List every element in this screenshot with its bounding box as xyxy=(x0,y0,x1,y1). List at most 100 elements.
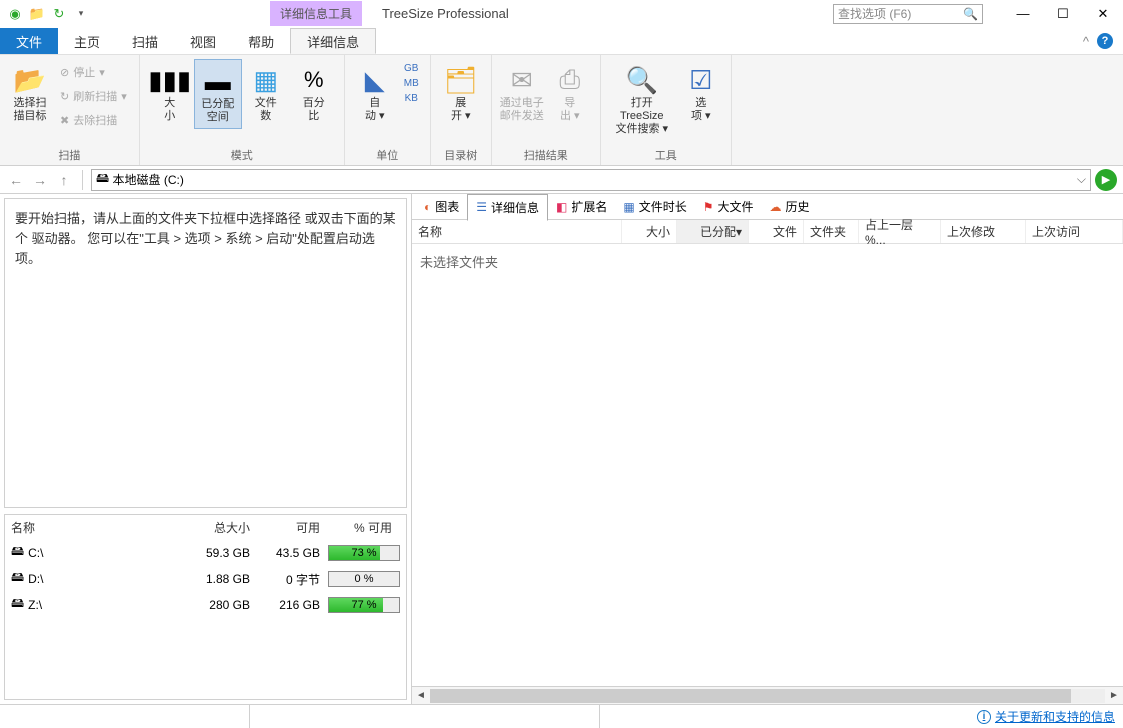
calendar-icon: ▦ xyxy=(623,200,634,214)
col-free[interactable]: 可用 xyxy=(250,519,320,536)
tab-file[interactable]: 文件 xyxy=(0,28,58,54)
mode-percent-button[interactable]: %百分比 xyxy=(290,59,338,127)
window-controls: — ☐ ✕ xyxy=(1003,0,1123,28)
col-name[interactable]: 名称 xyxy=(11,519,180,536)
qat-folder-icon[interactable]: 📁 xyxy=(28,5,46,23)
left-pane: 要开始扫描，请从上面的文件夹下拉框中选择路径 或双击下面的某个 驱动器。 您可以… xyxy=(0,194,412,704)
update-info-link[interactable]: i 关于更新和支持的信息 xyxy=(969,708,1123,725)
tab-scan[interactable]: 扫描 xyxy=(116,28,174,54)
nav-forward-button[interactable]: → xyxy=(30,172,50,188)
percent-icon: % xyxy=(304,63,324,97)
path-text: 本地磁盘 (C:) xyxy=(112,171,183,188)
drive-row[interactable]: 🖴 Z:\ 280 GB216 GB 77 % xyxy=(5,592,406,618)
group-label: 工具 xyxy=(655,147,677,163)
tab-help[interactable]: 帮助 xyxy=(232,28,290,54)
subtab-age[interactable]: ▦文件时长 xyxy=(615,194,694,219)
col-pct[interactable]: % 可用 xyxy=(320,519,400,536)
chevron-up-icon: ^ xyxy=(1083,34,1089,49)
scroll-right-button[interactable]: ► xyxy=(1105,690,1123,701)
go-button[interactable]: ▶ xyxy=(1095,169,1117,191)
col-size[interactable]: 大小 xyxy=(622,220,677,243)
bars-icon: ▮▮▮ xyxy=(148,63,191,97)
horizontal-scrollbar[interactable]: ◄ ► xyxy=(412,686,1123,704)
quick-access-toolbar: ◉ 📁 ↻ ▾ xyxy=(0,5,90,23)
unit-mb-button[interactable]: MB xyxy=(401,76,422,91)
col-folders[interactable]: 文件夹 xyxy=(804,220,859,243)
check-icon: ☑ xyxy=(689,63,712,97)
scroll-left-button[interactable]: ◄ xyxy=(412,690,430,701)
unit-auto-button[interactable]: ◣自动 ▾ xyxy=(351,59,399,127)
remove-scan-button[interactable]: ✖去除扫描 xyxy=(60,109,127,131)
title-bar: ◉ 📁 ↻ ▾ 详细信息工具 TreeSize Professional 查找选… xyxy=(0,0,1123,28)
subtab-chart[interactable]: ◐图表 xyxy=(416,194,467,219)
drive-icon: 🖴 xyxy=(11,594,24,616)
col-name[interactable]: 名称 xyxy=(412,220,622,243)
tab-home[interactable]: 主页 xyxy=(58,28,116,54)
group-label: 模式 xyxy=(231,147,253,163)
unit-gb-button[interactable]: GB xyxy=(401,61,422,76)
chevron-down-icon[interactable]: ⌵ xyxy=(1077,172,1086,187)
drive-icon: 🖴 xyxy=(11,568,24,590)
scroll-track[interactable] xyxy=(430,689,1105,703)
select-scan-target-button[interactable]: 📂 选择扫描目标 xyxy=(6,59,54,127)
nav-up-button[interactable]: ↑ xyxy=(54,172,74,188)
col-allocated[interactable]: 已分配 ▾ xyxy=(677,220,749,243)
refresh-scan-button[interactable]: ↻刷新扫描 ▾ xyxy=(60,85,127,107)
search-placeholder: 查找选项 (F6) xyxy=(838,5,911,22)
nav-back-button[interactable]: ← xyxy=(6,172,26,188)
search-options-box[interactable]: 查找选项 (F6) 🔍 xyxy=(833,4,983,24)
col-pct-parent[interactable]: 占上一层 %... xyxy=(859,220,941,243)
col-modified[interactable]: 上次修改 xyxy=(941,220,1026,243)
mode-files-button[interactable]: ▦文件数 xyxy=(242,59,290,127)
mode-size-button[interactable]: ▮▮▮大小 xyxy=(146,59,194,127)
drive-row[interactable]: 🖴 D:\ 1.88 GB0 字节 0 % xyxy=(5,566,406,592)
subtab-history[interactable]: ☁历史 xyxy=(762,194,818,219)
chart-icon: ◐ xyxy=(424,200,431,214)
path-combobox[interactable]: 🖴 本地磁盘 (C:) ⌵ xyxy=(91,169,1091,191)
qat-dropdown-icon[interactable]: ▾ xyxy=(72,5,90,23)
qat-refresh-icon[interactable]: ↻ xyxy=(50,5,68,23)
mode-allocated-button[interactable]: ▬已分配空间 xyxy=(194,59,242,129)
group-label: 单位 xyxy=(376,147,398,163)
group-label: 目录树 xyxy=(444,147,477,163)
start-message: 要开始扫描，请从上面的文件夹下拉框中选择路径 或双击下面的某个 驱动器。 您可以… xyxy=(4,198,407,508)
group-label: 扫描 xyxy=(58,147,80,163)
stop-icon: ⊘ xyxy=(60,66,69,79)
drive-list-header: 名称 总大小 可用 % 可用 xyxy=(5,515,406,540)
ruler-icon: ◣ xyxy=(365,63,385,97)
col-accessed[interactable]: 上次访问 xyxy=(1026,220,1123,243)
scroll-thumb[interactable] xyxy=(430,689,1071,703)
expand-button[interactable]: 🗂展开 ▾ xyxy=(437,59,485,127)
cloud-icon: ☁ xyxy=(770,200,782,214)
group-scan: 📂 选择扫描目标 ⊘停止 ▾ ↻刷新扫描 ▾ ✖去除扫描 扫描 xyxy=(0,55,140,165)
email-button[interactable]: ✉通过电子邮件发送 xyxy=(498,59,546,127)
contextual-tool-label: 详细信息工具 xyxy=(270,1,362,26)
nav-bar: ← → ↑ 🖴 本地磁盘 (C:) ⌵ ▶ xyxy=(0,166,1123,194)
col-total[interactable]: 总大小 xyxy=(180,519,250,536)
ribbon-tabs: 文件 主页 扫描 视图 帮助 详细信息 ^ ? xyxy=(0,28,1123,54)
subtab-bigfiles[interactable]: ⚑大文件 xyxy=(695,194,762,219)
detail-content: 未选择文件夹 xyxy=(412,244,1123,686)
minimize-button[interactable]: — xyxy=(1003,0,1043,28)
app-icon: ◉ xyxy=(6,5,24,23)
tab-details[interactable]: 详细信息 xyxy=(290,28,376,54)
subtab-details[interactable]: ☰详细信息 xyxy=(467,194,548,221)
col-files[interactable]: 文件 xyxy=(749,220,804,243)
options-button[interactable]: ☑选项 ▾ xyxy=(677,59,725,127)
ribbon-collapse[interactable]: ^ ? xyxy=(1073,28,1123,54)
maximize-button[interactable]: ☐ xyxy=(1043,0,1083,28)
right-pane: ◐图表 ☰详细信息 ◧扩展名 ▦文件时长 ⚑大文件 ☁历史 名称 大小 已分配 … xyxy=(412,194,1123,704)
group-mode: ▮▮▮大小 ▬已分配空间 ▦文件数 %百分比 模式 xyxy=(140,55,345,165)
disk-icon: ▬ xyxy=(205,64,231,98)
export-button[interactable]: ⎙导出 ▾ xyxy=(546,59,594,127)
stop-button[interactable]: ⊘停止 ▾ xyxy=(60,61,127,83)
open-file-search-button[interactable]: 🔍打开 TreeSize文件搜索 ▾ xyxy=(607,59,677,140)
group-dirtree: 🗂展开 ▾ 目录树 xyxy=(431,55,492,165)
help-icon[interactable]: ? xyxy=(1097,33,1113,49)
drive-row[interactable]: 🖴 C:\ 59.3 GB43.5 GB 73 % xyxy=(5,540,406,566)
close-button[interactable]: ✕ xyxy=(1083,0,1123,28)
group-unit: ◣自动 ▾ GB MB KB 单位 xyxy=(345,55,431,165)
tab-view[interactable]: 视图 xyxy=(174,28,232,54)
subtab-extensions[interactable]: ◧扩展名 xyxy=(548,194,615,219)
unit-kb-button[interactable]: KB xyxy=(401,91,422,106)
